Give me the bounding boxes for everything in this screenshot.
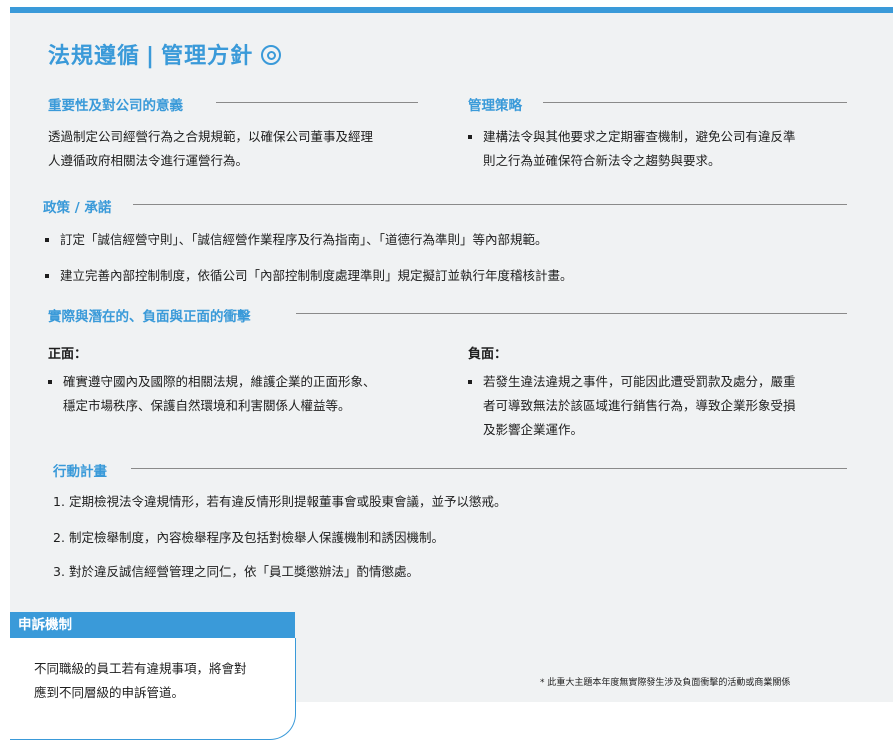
bullet-dot (468, 380, 472, 384)
bullet-dot (468, 135, 472, 139)
importance-heading: 重要性及對公司的意義 (48, 98, 183, 114)
negative-line: 若發生違法違規之事件，可能因此遭受罰款及處分，嚴重 (483, 374, 796, 389)
strategy-line: 建構法令與其他要求之定期審查機制，避免公司有違反準 (483, 129, 796, 144)
action-divider (131, 468, 847, 469)
policy-divider (133, 204, 847, 205)
negative-label: 負面： (468, 347, 508, 362)
positive-label: 正面： (48, 347, 88, 362)
page-title: 法規遵循 | 管理方針 (48, 38, 282, 70)
bullet-dot (45, 238, 49, 242)
action-item: 2. 制定檢舉制度，內容檢舉程序及包括對檢舉人保護機制和誘因機制。 (53, 528, 444, 548)
content-panel (10, 13, 893, 702)
negative-line: 及影響企業運作。 (483, 422, 584, 437)
positive-bullet: 確實遵守國內及國際的相關法規，維護企業的正面形象、 穩定市場秩序、保護自然環境和… (48, 370, 448, 418)
strategy-line: 則之行為並確保符合新法令之趨勢與要求。 (483, 153, 721, 168)
page-title-separator: | (146, 44, 156, 69)
action-item-text: 對於違反誠信經營管理之同仁，依「員工獎懲辦法」酌情懲處。 (69, 564, 420, 579)
action-item-number: 3. (53, 564, 65, 579)
importance-line: 人遵循政府相關法令進行運營行為。 (48, 153, 249, 168)
negative-bullet: 若發生違法違規之事件，可能因此遭受罰款及處分，嚴重 者可導致無法於該區域進行銷售… (468, 370, 853, 442)
action-item: 3. 對於違反誠信經營管理之同仁，依「員工獎懲辦法」酌情懲處。 (53, 562, 419, 582)
complaint-line: 應到不同層級的申訴管道。 (34, 685, 185, 700)
action-item-number: 1. (53, 494, 65, 509)
bullet-dot (48, 380, 52, 384)
strategy-heading: 管理策略 (468, 98, 522, 114)
complaint-line: 不同職級的員工若有違規事項，將會對 (34, 661, 247, 676)
strategy-bullet: 建構法令與其他要求之定期審查機制，避免公司有違反準 則之行為並確保符合新法令之趨… (468, 125, 848, 173)
page-title-sub: 管理方針 (161, 44, 254, 69)
policy-item-text: 訂定「誠信經營守則」、「誠信經營作業程序及行為指南」、「道德行為準則」等內部規範… (60, 232, 548, 247)
action-heading: 行動計畫 (53, 464, 107, 480)
negative-line: 者可導致無法於該區域進行銷售行為，導致企業形象受損 (483, 398, 796, 413)
positive-line: 穩定市場秩序、保護自然環境和利害關係人權益等。 (63, 398, 351, 413)
page-title-main: 法規遵循 (48, 44, 141, 69)
impact-divider (296, 313, 847, 314)
positive-line: 確實遵守國內及國際的相關法規，維護企業的正面形象、 (63, 374, 376, 389)
compass-icon (261, 45, 282, 65)
importance-divider (216, 102, 418, 103)
policy-item: 訂定「誠信經營守則」、「誠信經營作業程序及行為指南」、「道德行為準則」等內部規範… (45, 228, 845, 252)
policy-heading: 政策 / 承諾 (43, 200, 112, 216)
policy-item-text: 建立完善內部控制制度，依循公司「內部控制制度處理準則」規定擬訂並執行年度稽核計畫… (60, 268, 573, 283)
impact-heading: 實際與潛在的、負面與正面的衝擊 (48, 309, 251, 325)
complaint-heading: 申訴機制 (10, 612, 295, 638)
strategy-divider (543, 102, 847, 103)
importance-text: 透過制定公司經營行為之合規規範，以確保公司董事及經理 人遵循政府相關法令進行運營… (48, 125, 438, 173)
action-item: 1. 定期檢視法令違規情形，若有違反情形則提報董事會或股東會議，並予以懲戒。 (53, 492, 507, 512)
action-item-text: 定期檢視法令違規情形，若有違反情形則提報董事會或股東會議，並予以懲戒。 (69, 494, 507, 509)
action-item-text: 制定檢舉制度，內容檢舉程序及包括對檢舉人保護機制和誘因機制。 (69, 530, 445, 545)
footnote: * 此重大主題本年度無實際發生涉及負面衝擊的活動或商業關係 (540, 678, 791, 688)
action-item-number: 2. (53, 530, 65, 545)
complaint-text: 不同職級的員工若有違規事項，將會對 應到不同層級的申訴管道。 (34, 657, 284, 705)
policy-item: 建立完善內部控制制度，依循公司「內部控制制度處理準則」規定擬訂並執行年度稽核計畫… (45, 264, 845, 288)
bullet-dot (45, 274, 49, 278)
importance-line: 透過制定公司經營行為之合規規範，以確保公司董事及經理 (48, 129, 374, 144)
